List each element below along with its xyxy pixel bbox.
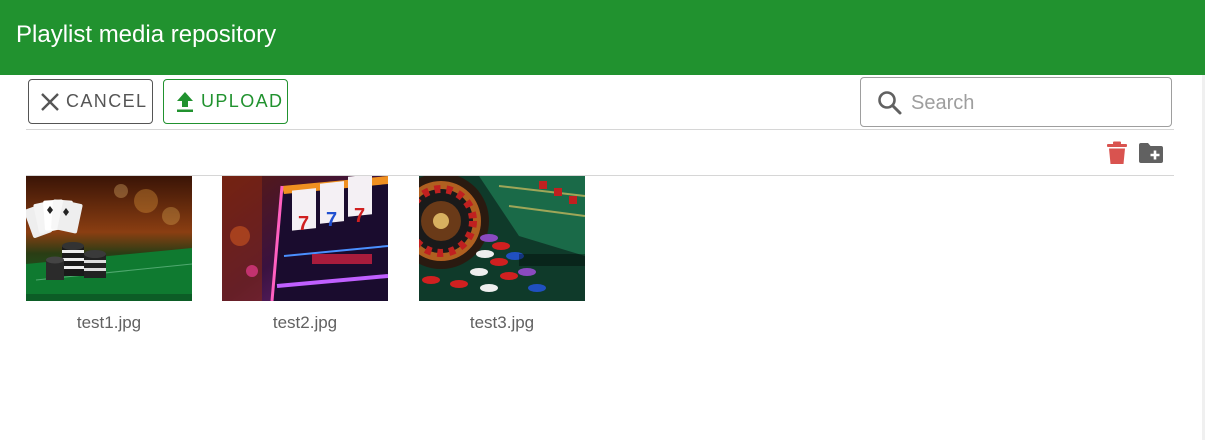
- trash-icon[interactable]: [1104, 140, 1130, 166]
- upload-button-label: UPLOAD: [201, 91, 284, 111]
- page-title: Playlist media repository: [16, 21, 277, 48]
- cancel-button[interactable]: CANCEL: [28, 79, 153, 124]
- svg-text:7: 7: [298, 213, 309, 235]
- folder-plus-icon[interactable]: [1138, 140, 1164, 166]
- upload-button[interactable]: UPLOAD: [163, 79, 288, 124]
- media-item[interactable]: test1.jpg: [26, 176, 192, 336]
- close-icon: [38, 90, 62, 114]
- upload-icon: [173, 90, 197, 114]
- thumbnail-image: 7 7 7: [222, 176, 388, 301]
- media-filename: test3.jpg: [469, 313, 535, 332]
- media-item[interactable]: test3.jpg: [419, 176, 585, 336]
- thumbnail-image: [26, 176, 192, 301]
- cancel-button-label: CANCEL: [66, 91, 148, 111]
- thumbnail-image: [419, 176, 585, 301]
- media-repository-dialog: Playlist media repository CANCEL UPLOAD: [0, 0, 1205, 440]
- svg-text:7: 7: [326, 209, 337, 231]
- actions-divider: [26, 175, 1174, 176]
- media-filename: test1.jpg: [76, 313, 142, 332]
- media-filename: test2.jpg: [272, 313, 338, 332]
- header-bar: Playlist media repository: [0, 0, 1205, 75]
- svg-text:7: 7: [354, 205, 365, 227]
- media-item[interactable]: 7 7 7 test2.jpg: [222, 176, 388, 336]
- toolbar-divider: [26, 129, 1174, 130]
- search-icon: [876, 89, 904, 117]
- search-input[interactable]: [909, 86, 1163, 120]
- search-field[interactable]: [860, 77, 1172, 127]
